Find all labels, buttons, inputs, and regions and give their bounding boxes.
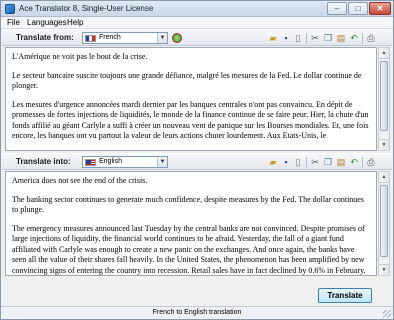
undo-icon[interactable]: ↶ <box>349 157 359 167</box>
auto-detect-icon[interactable] <box>172 33 182 43</box>
toolbar-separator <box>362 157 363 168</box>
resize-grip-icon[interactable] <box>383 310 391 318</box>
toolbar-separator <box>362 33 363 44</box>
status-text: French to English translation <box>152 309 242 316</box>
source-text-content: L'Amérique ne voit pas le bout de la cri… <box>6 48 376 142</box>
toolbar-separator <box>306 157 307 168</box>
source-language-value: French <box>99 34 121 41</box>
paste-icon[interactable]: ▤ <box>336 33 346 43</box>
us-flag-icon <box>85 159 96 166</box>
target-text-area[interactable]: America does not see the end of the cris… <box>5 171 377 276</box>
source-paragraph: Le secteur bancaire suscite toujours une… <box>12 70 362 91</box>
app-logo-icon <box>5 4 15 14</box>
toolbar-separator <box>306 33 307 44</box>
menu-languages[interactable]: Languages <box>27 18 67 27</box>
window-title: Ace Translator 8, Single-User License <box>19 4 154 13</box>
source-toolbar: Translate from: French ▼ ▰ ▪ ▯ ✂ ❐ ▤ ↶ ⎙ <box>2 29 392 46</box>
source-scrollbar[interactable]: ▲ ▼ <box>378 47 390 151</box>
target-scroll-thumb[interactable] <box>380 185 388 257</box>
menu-bar: File Languages Help <box>1 17 393 29</box>
save-icon[interactable]: ▪ <box>281 33 291 43</box>
print-icon[interactable]: ⎙ <box>366 33 376 43</box>
target-text-content: America does not see the end of the cris… <box>6 172 376 275</box>
target-paragraph: The emergency measures announced last Tu… <box>12 223 366 275</box>
target-toolbar: Translate into: English ▼ ▰ ▪ ▯ ✂ ❐ ▤ ↶ … <box>2 153 392 170</box>
source-paragraph: Les mesures d'urgence annoncées mardi de… <box>12 99 369 141</box>
scroll-down-icon[interactable]: ▼ <box>379 264 389 275</box>
cut-icon[interactable]: ✂ <box>310 33 320 43</box>
undo-icon[interactable]: ↶ <box>349 33 359 43</box>
open-icon[interactable]: ▰ <box>268 157 278 167</box>
minimize-button[interactable]: – <box>327 2 347 15</box>
status-bar: French to English translation <box>1 306 393 319</box>
menu-help[interactable]: Help <box>67 18 83 27</box>
source-text-area[interactable]: L'Amérique ne voit pas le bout de la cri… <box>5 47 377 151</box>
paste-icon[interactable]: ▤ <box>336 157 346 167</box>
copy-icon[interactable]: ❐ <box>323 157 333 167</box>
chevron-down-icon[interactable]: ▼ <box>157 157 167 167</box>
france-flag-icon <box>85 35 96 42</box>
target-language-value: English <box>99 158 122 165</box>
chevron-down-icon[interactable]: ▼ <box>157 33 167 43</box>
print-icon[interactable]: ⎙ <box>366 157 376 167</box>
source-language-label: Translate from: <box>16 33 74 42</box>
source-scroll-thumb[interactable] <box>380 61 388 131</box>
source-language-select[interactable]: French ▼ <box>82 32 168 44</box>
close-button[interactable]: ✕ <box>369 2 391 15</box>
maximize-button[interactable]: □ <box>348 2 368 15</box>
target-scrollbar[interactable]: ▲ ▼ <box>378 171 390 276</box>
source-paragraph: L'Amérique ne voit pas le bout de la cri… <box>12 52 148 61</box>
app-window: Ace Translator 8, Single-User License – … <box>0 0 394 320</box>
new-icon[interactable]: ▯ <box>293 157 303 167</box>
scroll-down-icon[interactable]: ▼ <box>379 139 389 150</box>
translate-button[interactable]: Translate <box>318 288 372 303</box>
cut-icon[interactable]: ✂ <box>310 157 320 167</box>
target-paragraph: America does not see the end of the cris… <box>12 176 148 185</box>
scroll-up-icon[interactable]: ▲ <box>379 48 389 59</box>
target-language-select[interactable]: English ▼ <box>82 156 168 168</box>
copy-icon[interactable]: ❐ <box>323 33 333 43</box>
menu-file[interactable]: File <box>7 18 20 27</box>
target-language-label: Translate into: <box>16 157 71 166</box>
save-icon[interactable]: ▪ <box>281 157 291 167</box>
new-icon[interactable]: ▯ <box>293 33 303 43</box>
open-icon[interactable]: ▰ <box>268 33 278 43</box>
target-paragraph: The banking sector continues to generate… <box>12 194 364 215</box>
scroll-up-icon[interactable]: ▲ <box>379 172 389 183</box>
title-bar[interactable]: Ace Translator 8, Single-User License – … <box>1 1 393 17</box>
